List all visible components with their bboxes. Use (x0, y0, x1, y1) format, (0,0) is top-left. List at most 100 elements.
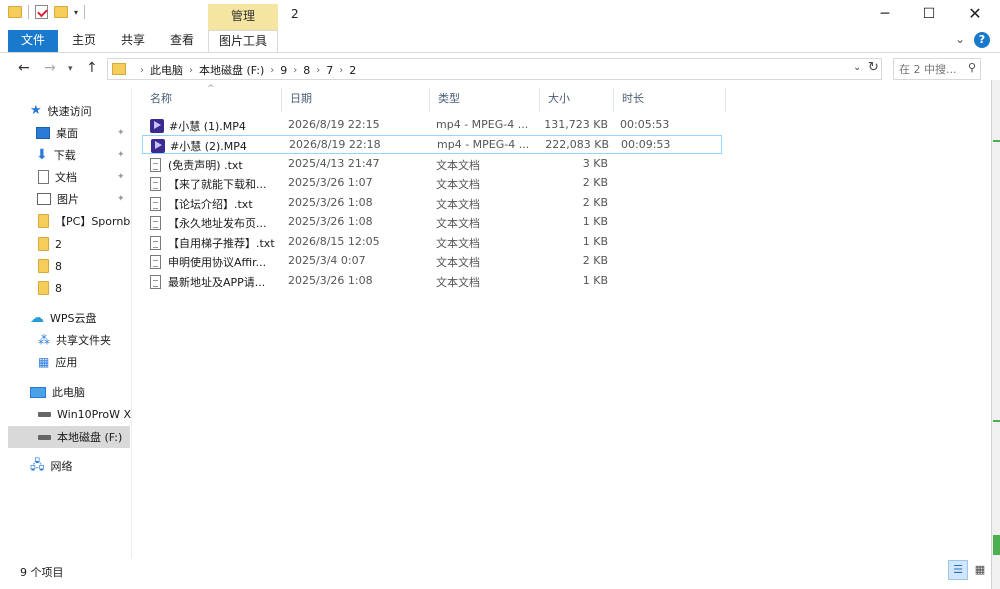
quick-access-toolbar: ▾ (8, 5, 86, 19)
pin-icon[interactable]: ✦ (117, 172, 125, 182)
forward-arrow-icon[interactable]: → (44, 60, 56, 76)
file-row[interactable]: 【永久地址发布页... 2025/3/26 1:08 文本文档 1 KB (142, 213, 722, 232)
title-bar: ▾ 管理 2 ─ ☐ ✕ (0, 0, 1000, 30)
window-title: 2 (291, 7, 299, 21)
nav-label: 网络 (50, 460, 73, 473)
breadcrumb-folder-2[interactable]: 2 (349, 64, 356, 77)
breadcrumb-this-pc[interactable]: 此电脑 (150, 62, 183, 78)
file-type: mp4 - MPEG-4 ... (436, 118, 529, 131)
pin-icon[interactable]: ✦ (117, 128, 125, 138)
search-input[interactable] (899, 60, 969, 78)
chevron-right-icon[interactable]: › (270, 65, 274, 76)
video-file-icon (151, 139, 165, 153)
column-header-type[interactable]: 类型 (430, 88, 540, 112)
star-icon: ★ (30, 103, 42, 118)
column-header-duration[interactable]: 时长 (614, 88, 726, 112)
details-view-icon[interactable]: ☰ (948, 560, 968, 580)
expand-ribbon-icon[interactable]: ⌄ (955, 32, 965, 46)
nav-drive-f[interactable]: 本地磁盘 (F:) (8, 426, 130, 448)
chevron-right-icon[interactable]: › (339, 65, 343, 76)
chevron-right-icon[interactable]: › (189, 65, 193, 76)
text-file-icon (150, 236, 161, 250)
folder-icon (38, 259, 49, 273)
search-box[interactable]: ⚲ (893, 58, 981, 80)
file-name: #小慧 (1).MP4 (169, 120, 246, 133)
file-type: mp4 - MPEG-4 ... (437, 138, 530, 151)
new-folder-icon[interactable] (54, 6, 68, 18)
customize-toolbar-chevron-icon[interactable]: ▾ (74, 8, 78, 17)
breadcrumb-drive-f[interactable]: 本地磁盘 (F:) (199, 62, 264, 78)
file-row[interactable]: (免责声明) .txt 2025/4/13 21:47 文本文档 3 KB (142, 155, 722, 174)
chevron-right-icon[interactable]: › (293, 65, 297, 76)
nav-folder-pc-spornb[interactable]: 【PC】Spornb (38, 210, 132, 232)
breadcrumb-folder-7[interactable]: 7 (326, 64, 333, 77)
chevron-right-icon[interactable]: › (140, 65, 144, 76)
text-file-icon (150, 158, 161, 172)
nav-folder-8[interactable]: 8 (38, 277, 132, 299)
nav-apps[interactable]: ▦ 应用 (38, 351, 132, 373)
help-icon[interactable]: ? (974, 32, 990, 48)
recent-locations-chevron-icon[interactable]: ▾ (68, 64, 73, 74)
address-dropdown-icon[interactable]: ⌄ (853, 62, 861, 73)
breadcrumb-folder-8[interactable]: 8 (303, 64, 310, 77)
nav-downloads[interactable]: ⬇ 下载 ✦ (36, 144, 132, 166)
nav-wps-cloud[interactable]: ☁ WPS云盘 (30, 307, 132, 329)
nav-label: 共享文件夹 (56, 334, 111, 347)
pin-icon[interactable]: ✦ (117, 150, 125, 160)
nav-folder-2[interactable]: 2 (38, 233, 132, 255)
search-icon[interactable]: ⚲ (968, 61, 976, 74)
nav-network[interactable]: 🖧 网络 (30, 455, 132, 477)
nav-this-pc[interactable]: 此电脑 (30, 381, 132, 403)
tab-home[interactable]: 主页 (64, 30, 104, 52)
column-header-date[interactable]: 日期 (282, 88, 430, 112)
tab-view[interactable]: 查看 (162, 30, 202, 52)
file-date: 2026/8/19 22:18 (289, 138, 381, 151)
file-type: 文本文档 (436, 159, 480, 172)
folder-icon[interactable] (8, 6, 22, 18)
maximize-button[interactable]: ☐ (906, 0, 952, 30)
document-icon (38, 170, 49, 184)
minimize-button[interactable]: ─ (862, 0, 908, 30)
file-row[interactable]: #小慧 (2).MP4 2026/8/19 22:18 mp4 - MPEG-4… (142, 135, 722, 154)
nav-label: 此电脑 (52, 386, 85, 399)
address-row: ← → ▾ ↑ › 此电脑 › 本地磁盘 (F:) › 9 › 8 › 7 › … (0, 55, 1000, 83)
tab-picture-tools[interactable]: 图片工具 (208, 30, 278, 52)
file-row[interactable]: 【自用梯子推荐】.txt 2026/8/15 12:05 文本文档 1 KB (142, 233, 722, 252)
file-date: 2025/3/26 1:08 (288, 196, 373, 209)
nav-desktop[interactable]: 桌面 ✦ (36, 122, 132, 144)
pin-icon[interactable]: ✦ (117, 194, 125, 204)
context-tab-manage[interactable]: 管理 (208, 4, 278, 30)
address-bar[interactable]: › 此电脑 › 本地磁盘 (F:) › 9 › 8 › 7 › 2 ⌄ ↻ (107, 58, 882, 80)
tab-file[interactable]: 文件 (8, 30, 58, 52)
nav-documents[interactable]: 文档 ✦ (38, 166, 132, 188)
nav-pictures[interactable]: 图片 ✦ (37, 188, 132, 210)
properties-icon[interactable] (35, 5, 48, 19)
up-arrow-icon[interactable]: ↑ (86, 60, 98, 76)
nav-label: 图片 (57, 193, 79, 206)
large-icons-view-icon[interactable]: ▦ (970, 560, 990, 580)
file-row[interactable]: 【来了就能下载和... 2025/3/26 1:07 文本文档 2 KB (142, 174, 722, 193)
breadcrumb-folder-9[interactable]: 9 (280, 64, 287, 77)
refresh-icon[interactable]: ↻ (868, 60, 879, 75)
nav-drive-win10[interactable]: Win10ProW X (38, 403, 132, 425)
file-size: 2 KB (582, 176, 608, 189)
nav-folder-8[interactable]: 8 (38, 255, 132, 277)
file-row[interactable]: #小慧 (1).MP4 2026/8/19 22:15 mp4 - MPEG-4… (142, 116, 722, 135)
file-type: 文本文档 (436, 217, 480, 230)
back-arrow-icon[interactable]: ← (18, 60, 30, 76)
column-header-name[interactable]: 名称 (142, 88, 282, 112)
file-row[interactable]: 【论坛介绍】.txt 2025/3/26 1:08 文本文档 2 KB (142, 194, 722, 213)
file-row[interactable]: 最新地址及APP请... 2025/3/26 1:08 文本文档 1 KB (142, 272, 722, 291)
column-header-size[interactable]: 大小 (540, 88, 614, 112)
nav-label: 8 (55, 281, 62, 295)
drive-icon (38, 411, 51, 417)
drive-icon (38, 434, 51, 440)
share-icon: ⁂ (38, 333, 50, 347)
folder-icon (38, 281, 49, 295)
file-row[interactable]: 申明使用协议Affir... 2025/3/4 0:07 文本文档 2 KB (142, 252, 722, 271)
nav-label: 本地磁盘 (F:) (57, 431, 123, 444)
nav-shared-folder[interactable]: ⁂ 共享文件夹 (38, 329, 132, 351)
chevron-right-icon[interactable]: › (316, 65, 320, 76)
close-button[interactable]: ✕ (952, 0, 998, 30)
tab-share[interactable]: 共享 (113, 30, 153, 52)
